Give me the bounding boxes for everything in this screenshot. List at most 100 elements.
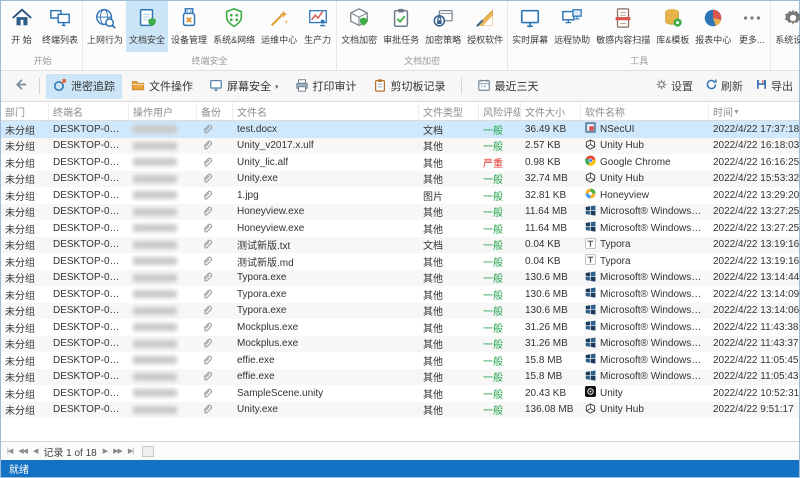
table-row[interactable]: 未分组 DESKTOP-0VIDMDJ Typora.exe 其他 一般 130.6 MB… <box>1 302 799 319</box>
cell-size: 130.6 MB <box>521 270 581 287</box>
toolbar-right-settings-gear[interactable]: 设置 <box>655 78 693 94</box>
ribbon-item-report-center[interactable]: 报表中心 <box>692 1 734 52</box>
column-header-7[interactable]: 风险评级 <box>479 102 521 120</box>
table-row[interactable]: 未分组 DESKTOP-0VIDMDJ test.docx 文档 一般 36.49 KB N… <box>1 121 799 138</box>
cell-file: Unity_v2017.x.ulf <box>233 138 419 155</box>
cell-size: 0.04 KB <box>521 237 581 254</box>
ops-center-icon <box>268 5 290 31</box>
table-row[interactable]: 未分组 DESKTOP-0VIDMDJ 1.jpg 图片 一般 32.81 KB Honey… <box>1 187 799 204</box>
ribbon-item-document-security[interactable]: 文档安全 <box>126 1 169 52</box>
print-audit-icon <box>295 78 309 95</box>
table-row[interactable]: 未分组 DESKTOP-0VIDMDJ Unity.exe 其他 一般 32.74 MB U… <box>1 170 799 187</box>
table-row[interactable]: 未分组 DESKTOP-0VIDMDJ Mockplus.exe 其他 一般 31.26 … <box>1 319 799 336</box>
toolbar-item-print-audit[interactable]: 打印审计 <box>288 74 364 99</box>
table-row[interactable]: 未分组 DESKTOP-0VIDMDJ SampleScene.unity 其他 一般 2… <box>1 385 799 402</box>
first-page-button[interactable]: |◀ <box>7 447 13 455</box>
toolbar-right-refresh[interactable]: 刷新 <box>705 78 743 94</box>
ribbon-group-items: 上网行为 文档安全 设备管理 系统&网络 运维中心 生产力 <box>84 1 335 52</box>
ribbon-item-approval-task[interactable]: 审批任务 <box>380 1 422 52</box>
cell-text: 136.08 MB <box>525 404 574 416</box>
ribbon-item-authorized-software[interactable]: 授权软件 <box>464 1 506 52</box>
table-row[interactable]: 未分组 DESKTOP-0VIDMDJ effie.exe 其他 一般 15.8 MB Mi… <box>1 352 799 369</box>
table-row[interactable]: 未分组 DESKTOP-0VIDMDJ Typora.exe 其他 一般 130.6 MB… <box>1 269 799 287</box>
ribbon-item-label: 系统设置 <box>775 35 800 45</box>
cell-text: 其他 <box>423 373 443 385</box>
ribbon-item-doc-encrypt[interactable]: 文档加密 <box>338 1 380 52</box>
ribbon-item-ops-center[interactable]: 运维中心 <box>258 1 300 52</box>
next-page-button[interactable]: ▶ <box>103 447 108 455</box>
toolbar-right-export[interactable]: 导出 <box>755 78 793 94</box>
filter-caret-icon[interactable]: ▼ <box>733 106 740 117</box>
column-header-3[interactable]: 操作用户 <box>129 102 197 120</box>
record-count-label: 记录 1 of 18 <box>43 447 97 459</box>
cell-text: Honeyview.exe <box>237 222 305 234</box>
fast-next-button[interactable]: ▶▶ <box>113 447 123 455</box>
ribbon-item-internet-behavior[interactable]: 上网行为 <box>84 1 126 52</box>
toolbar-item-screen-security[interactable]: 屏幕安全 ▾ <box>202 74 286 99</box>
cell-time: 2022/4/22 13:19:16 <box>709 237 799 254</box>
table-row[interactable]: 未分组 DESKTOP-0VIDMDJ Unity.exe 其他 一般 136.08 MB… <box>1 401 799 418</box>
pager-resize-handle[interactable] <box>142 445 155 457</box>
back-arrow-icon <box>13 77 28 95</box>
table-row[interactable]: 未分组 DESKTOP-0VIDMDJ Unity_lic.alf 其他 严重 0.98 … <box>1 154 799 171</box>
column-header-9[interactable]: 软件名称 <box>581 102 709 120</box>
cell-user <box>129 154 197 171</box>
table-row[interactable]: 未分组 DESKTOP-0VIDMDJ Honeyview.exe 其他 一般 11.64… <box>1 203 799 221</box>
risk-badge: 一般 <box>483 356 503 368</box>
cell-file: effie.exe <box>233 369 419 386</box>
table-row[interactable]: 未分组 DESKTOP-0VIDMDJ Mockplus.exe 其他 一般 31.26 … <box>1 335 799 353</box>
ribbon-item-more[interactable]: 更多... <box>734 1 769 52</box>
toolbar-item-clipboard-record[interactable]: 剪切板记录 <box>366 74 453 99</box>
table-row[interactable]: 未分组 DESKTOP-0VIDMDJ effie.exe 其他 一般 15.8 MB Mi… <box>1 368 799 386</box>
cell-time: 2022/4/22 11:05:43 <box>709 369 799 386</box>
ribbon-item-encrypt-policy[interactable]: 加密策略 <box>422 1 464 52</box>
risk-badge: 一般 <box>483 208 503 220</box>
cell-risk: 一般 <box>479 286 521 303</box>
ribbon-item-terminal-list[interactable]: 终端列表 <box>39 1 81 52</box>
table-row[interactable]: 未分组 DESKTOP-0VIDMDJ Unity_v2017.x.ulf 其他 一般 2… <box>1 137 799 155</box>
cell-text: 未分组 <box>5 142 35 154</box>
table-row[interactable]: 未分组 DESKTOP-0VIDMDJ Typora.exe 其他 一般 130.6 MB… <box>1 286 799 303</box>
app-name: Microsoft® Windows® Oper... <box>600 288 705 300</box>
ribbon-item-label: 终端列表 <box>42 35 79 45</box>
operator-user-redacted <box>133 257 177 266</box>
back-button[interactable] <box>7 75 33 97</box>
table-row[interactable]: 未分组 DESKTOP-0VIDMDJ 测试新版.md 其他 一般 0.04 KB Typo… <box>1 253 799 270</box>
table-row[interactable]: 未分组 DESKTOP-0VIDMDJ Honeyview.exe 其他 一般 11.64… <box>1 220 799 237</box>
cell-time: 2022/4/22 17:37:18••• <box>709 121 799 138</box>
ribbon-item-system-settings[interactable]: 系统设置 <box>772 1 800 52</box>
toolbar-item-leak-trace[interactable]: 泄密追踪 <box>46 73 122 99</box>
prev-page-button[interactable]: ◀ <box>33 447 38 455</box>
toolbar-item-file-operation[interactable]: 文件操作 <box>124 74 200 99</box>
ribbon-item-realtime-screen[interactable]: 实时屏幕 <box>509 1 551 52</box>
risk-badge: 一般 <box>483 290 503 302</box>
cell-text: 未分组 <box>5 406 35 418</box>
last-page-button[interactable]: ▶| <box>128 447 134 455</box>
app-name: Typora <box>600 239 631 251</box>
ribbon-item-label: 库&模板 <box>656 35 690 45</box>
column-header-8[interactable]: 文件大小 <box>521 102 581 120</box>
ribbon-item-productivity[interactable]: 生产力 <box>300 1 335 52</box>
column-header-10[interactable]: 时间 ▼ <box>709 102 799 120</box>
toolbar-right-label: 设置 <box>671 81 693 93</box>
toolbar-item-label: 屏幕安全 <box>227 81 271 93</box>
fast-prev-button[interactable]: ◀◀ <box>18 447 28 455</box>
ribbon-item-home[interactable]: 开 始 <box>4 1 39 52</box>
cell-backup <box>197 336 233 353</box>
ribbon-item-library-template[interactable]: 库&模板 <box>653 1 692 52</box>
table-row[interactable]: 未分组 DESKTOP-0VIDMDJ 测试新版.txt 文档 一般 0.04 KB Typ… <box>1 236 799 254</box>
cell-text: effie.exe <box>237 354 275 366</box>
ribbon-item-remote-assist[interactable]: 远程协助 <box>551 1 593 52</box>
column-header-2[interactable]: 终端名 <box>49 102 129 120</box>
column-header-1[interactable]: 部门 <box>1 102 49 120</box>
cell-text: DESKTOP-0VIDMDJ <box>53 123 125 135</box>
column-header-5[interactable]: 文件名 <box>233 102 419 120</box>
toolbar-item-calendar[interactable]: 最近三天 <box>470 74 546 99</box>
secondary-toolbar: 泄密追踪 文件操作 屏幕安全 ▾ 打印审计 剪切板记录 最近三天 设置 刷新 导出 <box>1 71 799 102</box>
ribbon-item-sensitive-scan[interactable]: 敏感内容扫描 <box>593 1 653 52</box>
column-header-4[interactable]: 备份 <box>197 102 233 120</box>
ribbon-item-system-network[interactable]: 系统&网络 <box>210 1 258 52</box>
ribbon-item-device-management[interactable]: 设备管理 <box>168 1 210 52</box>
cell-user <box>129 204 197 221</box>
column-header-6[interactable]: 文件类型 <box>419 102 479 120</box>
